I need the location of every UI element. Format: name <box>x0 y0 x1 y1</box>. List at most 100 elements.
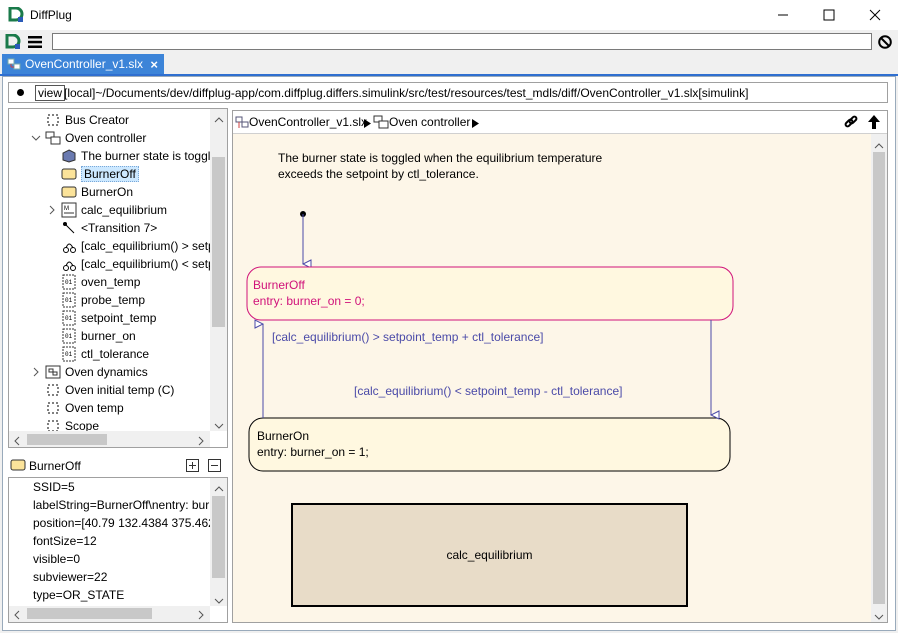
transition-up-label[interactable]: [calc_equilibrium() > setpoint_temp + ct… <box>272 330 543 344</box>
file-path: [local]~/Documents/dev/diffplug-app/com.… <box>64 86 749 100</box>
scroll-down-icon[interactable] <box>874 610 884 624</box>
command-input[interactable] <box>52 33 872 50</box>
tree-item-label: probe_temp <box>81 293 146 307</box>
transition-down-label[interactable]: [calc_equilibrium() < setpoint_temp - ct… <box>354 384 622 398</box>
scroll-thumb[interactable] <box>212 157 225 327</box>
tree-item-transition-lt[interactable]: [calc_equilibrium() < setpoint_temp - ct… <box>61 255 227 273</box>
tree-item-transition-7[interactable]: <Transition 7> <box>61 219 157 237</box>
properties-vertical-scrollbar[interactable] <box>210 478 227 606</box>
block-icon <box>45 400 61 416</box>
tree-item-label: setpoint_temp <box>81 311 157 325</box>
tab-close-icon[interactable]: × <box>150 57 158 72</box>
breadcrumb-root[interactable]: OvenController_v1.slx <box>249 115 367 129</box>
tree-item-note[interactable]: The burner state is toggled <box>61 147 224 165</box>
app-logo-button-icon[interactable] <box>5 33 21 50</box>
state-burner-on-name: BurnerOn <box>257 429 310 443</box>
chart-icon <box>373 115 389 132</box>
properties-horizontal-scrollbar[interactable] <box>9 606 210 622</box>
transition-fork-icon <box>61 256 77 272</box>
block-icon <box>45 112 61 128</box>
scroll-left-icon[interactable] <box>13 609 21 622</box>
title-bar: DiffPlug <box>0 0 898 30</box>
tree-item-oven-controller[interactable]: Oven controller <box>31 129 146 147</box>
tree-horizontal-scrollbar[interactable] <box>9 431 210 447</box>
view-button[interactable]: view <box>35 85 66 101</box>
tab-oven-controller[interactable]: OvenController_v1.slx × <box>2 54 164 74</box>
tree-item-label: Oven initial temp (C) <box>65 383 175 397</box>
data-icon: 01 <box>61 292 77 308</box>
tree-item-burner-on-var[interactable]: 01 burner_on <box>61 327 136 345</box>
scroll-up-icon[interactable] <box>214 113 224 127</box>
tree-item-oven-initial-temp[interactable]: Oven initial temp (C) <box>45 381 174 399</box>
tree-item-bus-creator[interactable]: Bus Creator <box>45 111 129 129</box>
scroll-thumb[interactable] <box>212 496 225 578</box>
chevron-down-icon[interactable] <box>31 133 45 143</box>
property-row: fontSize=12 <box>33 534 97 548</box>
transition-icon <box>61 220 77 236</box>
tree-item-label: BurnerOff <box>81 166 139 182</box>
chevron-right-icon[interactable] <box>31 367 45 377</box>
model-icon <box>235 115 249 132</box>
menu-icon[interactable] <box>28 35 42 49</box>
tree-item-burner-on[interactable]: BurnerOn <box>61 183 133 201</box>
tree-item-label: ctl_tolerance <box>81 347 150 361</box>
collapse-all-icon[interactable] <box>208 459 221 475</box>
minimize-button[interactable] <box>760 0 806 30</box>
tree-item-setpoint-temp[interactable]: 01 setpoint_temp <box>61 309 156 327</box>
tree-item-burner-off[interactable]: BurnerOff <box>61 165 139 183</box>
tab-label: OvenController_v1.slx <box>25 57 144 71</box>
tree-item-oven-temp-var[interactable]: 01 oven_temp <box>61 273 140 291</box>
chart-icon <box>45 130 61 146</box>
data-icon: 01 <box>61 274 77 290</box>
maximize-button[interactable] <box>806 0 852 30</box>
data-icon: 01 <box>61 310 77 326</box>
model-tree: Bus Creator Oven controller The burner s… <box>8 108 228 448</box>
expand-all-icon[interactable] <box>186 459 199 475</box>
state-burner-on-entry: entry: burner_on = 1; <box>257 445 369 459</box>
state-icon <box>61 184 77 200</box>
svg-text:01: 01 <box>65 315 73 322</box>
tree-item-probe-temp[interactable]: 01 probe_temp <box>61 291 145 309</box>
scroll-down-icon[interactable] <box>214 594 224 608</box>
scroll-right-icon[interactable] <box>197 435 205 447</box>
app-logo-icon <box>8 6 24 23</box>
cancel-icon[interactable] <box>878 35 892 49</box>
tree-item-calc-equilibrium[interactable]: M calc_equilibrium <box>47 201 167 219</box>
properties-list: SSID=5 labelString=BurnerOff\nentry: bur… <box>8 477 228 623</box>
svg-text:M: M <box>64 206 69 212</box>
breadcrumb: OvenController_v1.slx Oven controller <box>233 111 887 134</box>
scroll-right-icon[interactable] <box>197 609 205 622</box>
state-icon <box>61 166 77 182</box>
tree-item-transition-gt[interactable]: [calc_equilibrium() > setpoint_temp + ct… <box>61 237 227 255</box>
svg-text:01: 01 <box>65 333 73 340</box>
link-icon[interactable] <box>843 114 859 133</box>
svg-text:01: 01 <box>65 351 73 358</box>
scroll-up-icon[interactable] <box>214 482 224 496</box>
close-button[interactable] <box>852 0 898 30</box>
up-arrow-icon[interactable] <box>867 114 881 133</box>
diagram-vertical-scrollbar[interactable] <box>871 134 887 622</box>
tree-item-oven-temp-block[interactable]: Oven temp <box>45 399 124 417</box>
tree-item-label: Bus Creator <box>65 113 130 127</box>
scroll-thumb[interactable] <box>873 152 885 604</box>
scroll-thumb[interactable] <box>27 608 152 619</box>
breadcrumb-child[interactable]: Oven controller <box>389 115 470 129</box>
tree-item-label: <Transition 7> <box>81 221 158 235</box>
chevron-right-icon[interactable] <box>47 205 61 215</box>
property-row: visible=0 <box>33 552 81 566</box>
tree-item-oven-dynamics[interactable]: Oven dynamics <box>31 363 148 381</box>
subsystem-icon <box>45 364 61 380</box>
scroll-thumb[interactable] <box>27 434 107 445</box>
scroll-up-icon[interactable] <box>874 139 884 153</box>
scroll-left-icon[interactable] <box>13 435 21 447</box>
state-icon <box>10 459 26 474</box>
transition-fork-icon <box>61 238 77 254</box>
tree-item-label: Oven dynamics <box>65 365 148 379</box>
state-burner-off-name: BurnerOff <box>253 278 305 292</box>
tree-vertical-scrollbar[interactable] <box>210 109 227 431</box>
property-row: type=OR_STATE <box>33 588 125 602</box>
scroll-down-icon[interactable] <box>214 419 224 433</box>
window-title: DiffPlug <box>30 8 72 22</box>
tree-item-ctl-tolerance[interactable]: 01 ctl_tolerance <box>61 345 149 363</box>
stateflow-canvas[interactable]: The burner state is toggled when the equ… <box>233 134 871 622</box>
